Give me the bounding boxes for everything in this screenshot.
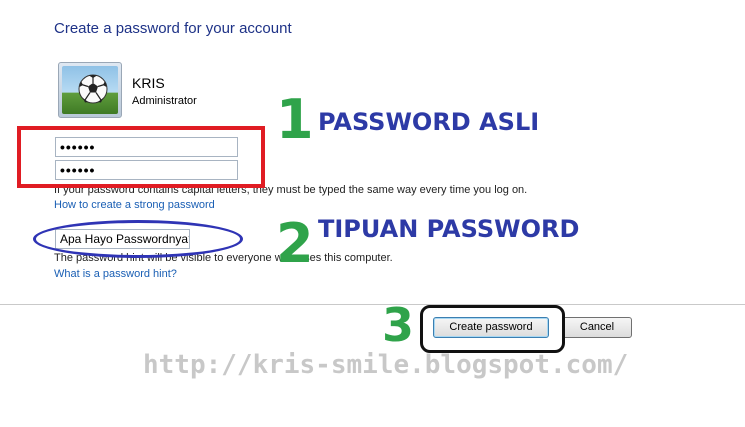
user-avatar — [58, 62, 122, 118]
page-title: Create a password for your account — [54, 20, 292, 37]
annotation-label-1: PASSWORD ASLI — [318, 108, 540, 136]
soccer-ball-icon — [78, 74, 108, 104]
annotation-number-3: 3 — [382, 298, 415, 352]
annotation-label-2: TIPUAN PASSWORD — [318, 215, 580, 243]
password-highlight-box — [17, 126, 265, 188]
user-name: KRIS — [132, 75, 165, 91]
cancel-button[interactable]: Cancel — [562, 317, 632, 338]
hint-highlight-ellipse — [33, 220, 243, 258]
footer-divider — [0, 304, 745, 305]
strong-password-link[interactable]: How to create a strong password — [54, 199, 215, 211]
password-hint-help-link[interactable]: What is a password hint? — [54, 268, 177, 280]
button-highlight-box — [420, 305, 565, 353]
watermark-url: http://kris-smile.blogspot.com/ — [143, 350, 629, 380]
user-role: Administrator — [132, 95, 197, 107]
annotation-number-1: 1 — [276, 88, 314, 151]
annotation-number-2: 2 — [276, 212, 314, 275]
